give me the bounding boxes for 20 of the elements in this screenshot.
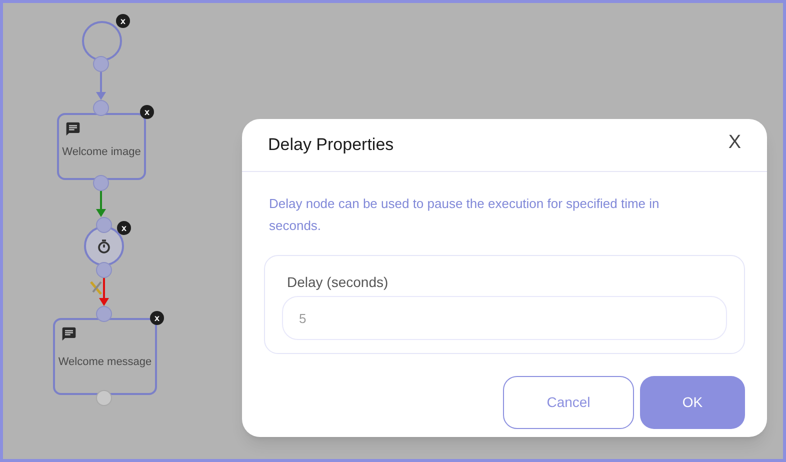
remove-badge[interactable]: x: [150, 311, 164, 325]
close-button[interactable]: X: [728, 129, 741, 158]
node-label: Welcome image: [62, 145, 141, 160]
connection-port[interactable]: [93, 175, 109, 191]
remove-badge[interactable]: x: [116, 14, 130, 28]
node-label: Welcome message: [58, 355, 152, 370]
stopwatch-icon: [97, 238, 111, 254]
chat-icon: [61, 326, 77, 342]
remove-badge[interactable]: x: [117, 221, 131, 235]
connection-port[interactable]: [96, 390, 112, 406]
chat-icon: [65, 121, 81, 137]
dialog-title: Delay Properties: [268, 134, 394, 156]
connection-port[interactable]: [96, 262, 112, 278]
dialog-description: Delay node can be used to pause the execution for specified time in seconds.: [268, 195, 660, 235]
connection-port[interactable]: [93, 100, 109, 116]
remove-badge[interactable]: x: [140, 105, 154, 119]
connection-port[interactable]: [96, 217, 112, 233]
connection-port[interactable]: [93, 56, 109, 72]
field-label: Delay (seconds): [286, 273, 390, 292]
connection-port[interactable]: [96, 306, 112, 322]
